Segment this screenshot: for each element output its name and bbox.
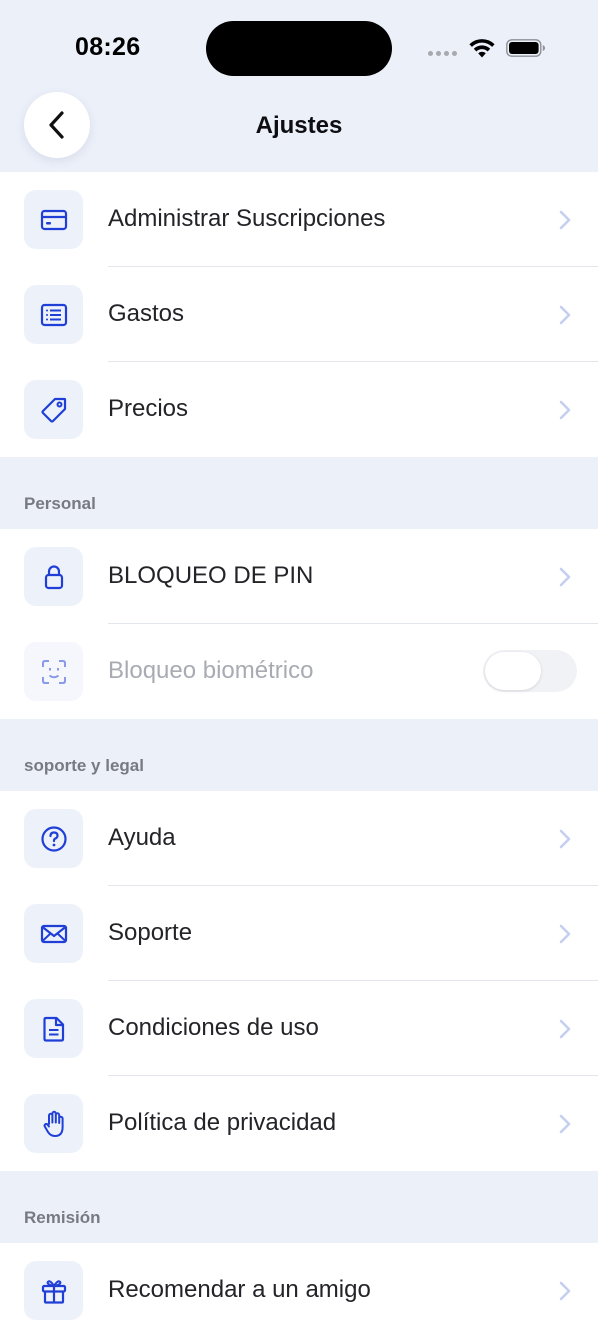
chevron-right-icon (559, 400, 571, 420)
chevron-right-icon (559, 567, 571, 587)
settings-item-label: Condiciones de uso (108, 1014, 319, 1041)
section-header-personal: Personal (24, 494, 96, 513)
settings-group-support: Ayuda Soporte Condiciones de uso Polític… (0, 791, 598, 1171)
settings-item-pin-lock[interactable]: BLOQUEO DE PIN (0, 529, 598, 624)
settings-item-label: Soporte (108, 919, 193, 946)
settings-item-biometric-lock: Bloqueo biométrico (0, 624, 598, 719)
settings-item-label: BLOQUEO DE PIN (108, 562, 314, 589)
settings-group-referral: Recomendar a un amigo (0, 1243, 598, 1338)
settings-item-label: Administrar Suscripciones (108, 205, 386, 232)
chevron-right-icon (559, 924, 571, 944)
chevron-right-icon (559, 829, 571, 849)
settings-group-personal: BLOQUEO DE PIN Bloqueo biométrico (0, 529, 598, 719)
settings-item-label: Bloqueo biométrico (108, 657, 314, 684)
settings-item-support[interactable]: Soporte (0, 886, 598, 981)
price-tag-icon (40, 397, 66, 423)
document-icon (42, 1016, 64, 1042)
hand-stop-icon (43, 1110, 64, 1137)
chevron-right-icon (559, 210, 571, 230)
navigation-bar: Ajustes (0, 90, 598, 172)
page-title: Ajustes (255, 112, 343, 139)
settings-item-terms-of-use[interactable]: Condiciones de uso (0, 981, 598, 1076)
settings-group-account: Administrar Suscripciones Gastos Precios (0, 172, 598, 457)
chevron-right-icon (559, 1281, 571, 1301)
settings-item-refer-friend[interactable]: Recomendar a un amigo (0, 1243, 598, 1338)
settings-item-label: Ayuda (108, 824, 176, 851)
face-id-icon (41, 659, 66, 684)
help-circle-icon (40, 825, 67, 852)
chevron-right-icon (559, 1019, 571, 1039)
chevron-right-icon (559, 305, 571, 325)
lock-icon (44, 564, 63, 589)
cellular-signal-icon (428, 51, 458, 57)
mail-icon (40, 924, 67, 943)
section-header-support: soporte y legal (24, 756, 144, 775)
chevron-right-icon (559, 1114, 571, 1134)
settings-item-expenses[interactable]: Gastos (0, 267, 598, 362)
dynamic-island (206, 21, 392, 76)
gift-icon (41, 1279, 66, 1304)
biometric-toggle[interactable] (483, 650, 577, 692)
section-header-referral: Remisión (24, 1208, 101, 1227)
status-time: 08:26 (75, 33, 141, 61)
settings-item-label: Precios (108, 395, 189, 422)
toggle-knob (485, 652, 541, 690)
credit-card-icon (40, 209, 67, 230)
receipt-list-icon (40, 303, 67, 326)
settings-item-manage-subscriptions[interactable]: Administrar Suscripciones (0, 172, 598, 267)
battery-icon (506, 39, 545, 57)
settings-item-label: Gastos (108, 300, 185, 327)
settings-item-help[interactable]: Ayuda (0, 791, 598, 886)
wifi-icon (469, 39, 495, 58)
settings-item-prices[interactable]: Precios (0, 362, 598, 457)
settings-item-label: Política de privacidad (108, 1109, 337, 1136)
settings-item-privacy-policy[interactable]: Política de privacidad (0, 1076, 598, 1171)
status-bar: 08:26 (0, 0, 598, 90)
